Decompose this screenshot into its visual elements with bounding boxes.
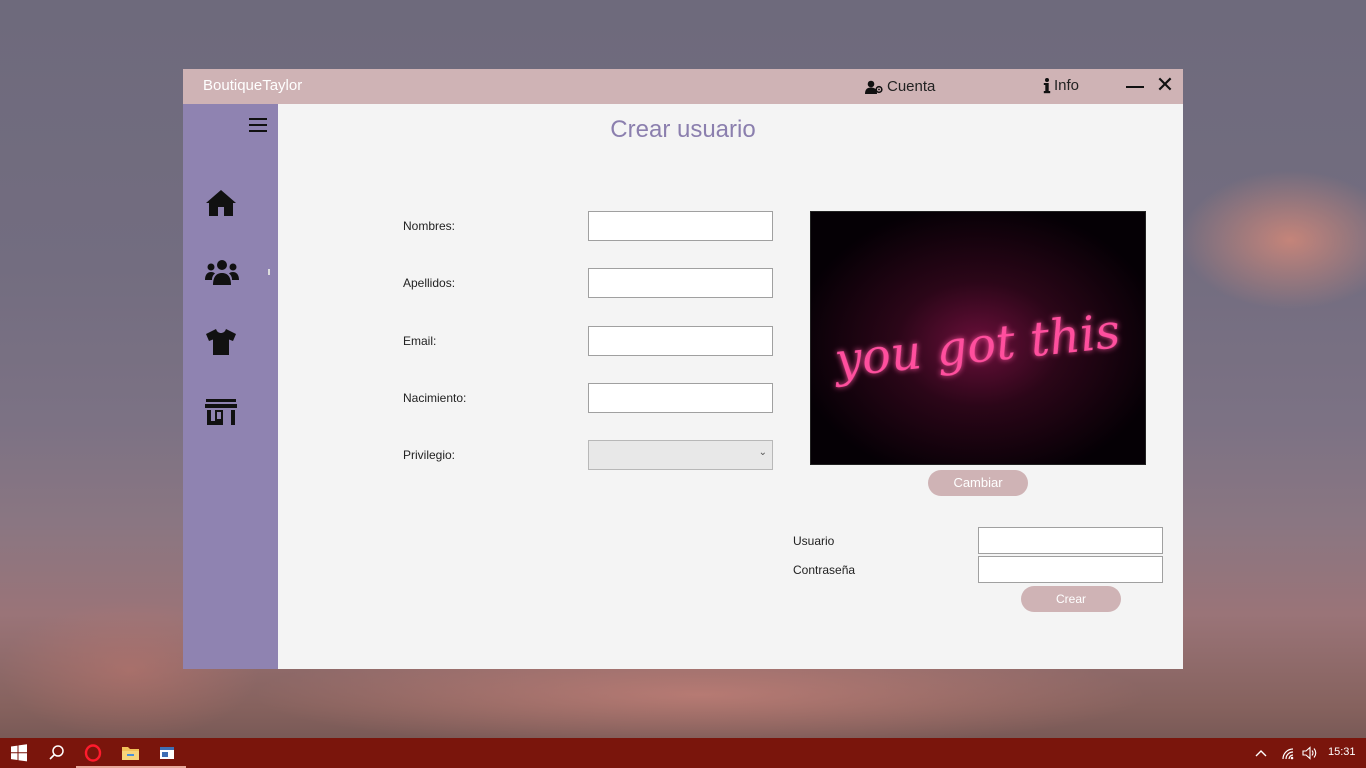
apellidos-input[interactable] bbox=[588, 268, 773, 298]
close-button[interactable]: ✕ bbox=[1153, 75, 1177, 97]
chevron-down-icon: ⌄ bbox=[758, 447, 767, 458]
search-icon bbox=[49, 745, 64, 760]
page-title: Crear usuario bbox=[610, 116, 756, 143]
start-button[interactable] bbox=[0, 738, 38, 768]
app-window-icon bbox=[160, 747, 174, 759]
main-content: Crear usuario Nombres: Apellidos: Email:… bbox=[278, 104, 1183, 669]
apellidos-label: Apellidos: bbox=[403, 276, 456, 290]
account-label: Cuenta bbox=[887, 78, 936, 95]
app-window: BoutiqueTaylor Cuenta Info ✕ Crear usuar… bbox=[183, 69, 1183, 669]
network-icon bbox=[1282, 748, 1294, 760]
nacimiento-input[interactable] bbox=[588, 383, 773, 413]
profile-photo: you got this bbox=[810, 211, 1146, 465]
nav-products[interactable] bbox=[205, 328, 239, 360]
tray-expand[interactable] bbox=[1248, 738, 1274, 768]
taskbar: 15:31 bbox=[0, 738, 1366, 768]
info-label: Info bbox=[1054, 77, 1080, 94]
title-bar: BoutiqueTaylor Cuenta Info ✕ bbox=[183, 69, 1183, 104]
info-icon bbox=[1043, 77, 1051, 93]
volume-icon bbox=[1302, 746, 1317, 760]
shirt-icon bbox=[206, 329, 236, 355]
password-label: Contraseña bbox=[793, 563, 856, 577]
nombres-input[interactable] bbox=[588, 211, 773, 241]
taskbar-clock[interactable]: 15:31 bbox=[1328, 746, 1356, 758]
change-photo-button[interactable]: Cambiar bbox=[928, 470, 1028, 496]
users-icon bbox=[205, 260, 239, 285]
privilegio-label: Privilegio: bbox=[403, 448, 456, 462]
account-button[interactable]: Cuenta bbox=[865, 78, 935, 95]
info-button[interactable]: Info bbox=[1043, 77, 1079, 94]
chevron-up-icon bbox=[1255, 750, 1267, 757]
tray-network[interactable] bbox=[1276, 738, 1300, 768]
minimize-button[interactable] bbox=[1123, 75, 1147, 97]
opera-icon bbox=[84, 744, 102, 762]
taskbar-app[interactable] bbox=[148, 738, 186, 768]
taskbar-file-explorer[interactable] bbox=[112, 738, 150, 768]
privilegio-select[interactable]: ⌄ bbox=[588, 440, 773, 470]
neon-sign-image: you got this bbox=[811, 212, 1145, 464]
sidebar bbox=[183, 104, 278, 669]
usuario-input[interactable] bbox=[978, 527, 1163, 554]
tray-volume[interactable] bbox=[1298, 738, 1322, 768]
nombres-label: Nombres: bbox=[403, 219, 456, 233]
email-input[interactable] bbox=[588, 326, 773, 356]
nav-home[interactable] bbox=[205, 189, 239, 221]
app-title: BoutiqueTaylor bbox=[203, 77, 303, 94]
nacimiento-label: Nacimiento: bbox=[403, 391, 467, 405]
user-cog-icon bbox=[865, 80, 883, 94]
email-label: Email: bbox=[403, 334, 437, 348]
nav-store[interactable] bbox=[205, 398, 239, 430]
password-input[interactable] bbox=[978, 556, 1163, 583]
create-button[interactable]: Crear bbox=[1021, 586, 1121, 612]
store-icon bbox=[205, 399, 237, 425]
usuario-label: Usuario bbox=[793, 534, 835, 548]
home-icon bbox=[206, 190, 236, 216]
taskbar-opera[interactable] bbox=[76, 738, 114, 768]
sidebar-marker bbox=[268, 269, 270, 275]
background-glow bbox=[1180, 170, 1366, 310]
windows-icon bbox=[11, 744, 27, 762]
folder-icon bbox=[122, 747, 139, 760]
nav-users[interactable] bbox=[205, 258, 239, 290]
search-button[interactable] bbox=[38, 738, 76, 768]
